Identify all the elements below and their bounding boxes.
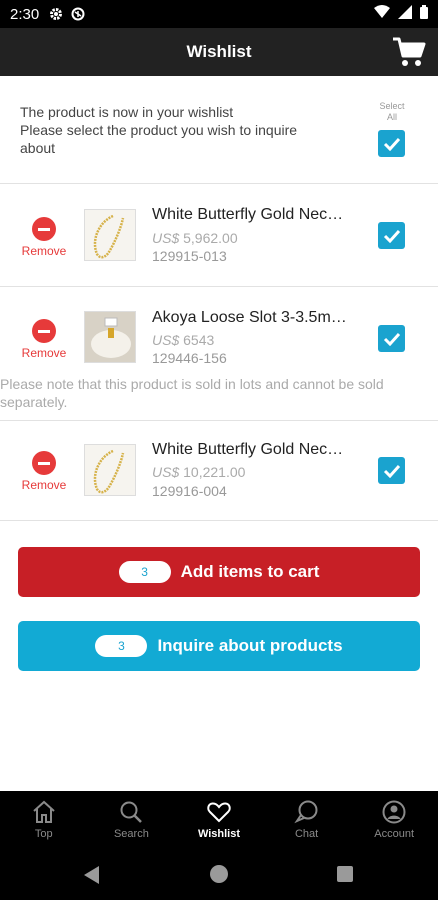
product-thumbnail[interactable] — [84, 311, 136, 363]
product-price: US$ 5,962.00 — [152, 230, 238, 246]
checkmark-icon — [383, 137, 400, 151]
system-navigation-bar — [0, 849, 438, 900]
signal-icon — [398, 5, 412, 23]
item-checkbox[interactable] — [378, 457, 405, 484]
minus-circle-icon — [32, 451, 56, 475]
wishlist-notice: The product is now in your wishlist Plea… — [0, 76, 438, 184]
product-price: US$ 6543 — [152, 332, 215, 348]
product-code: 129915-013 — [152, 248, 227, 264]
nav-account[interactable]: Account — [350, 791, 438, 849]
minus-circle-icon — [32, 217, 56, 241]
status-time: 2:30 — [10, 5, 40, 23]
product-name[interactable]: White Butterfly Gold Nec… — [152, 206, 366, 224]
product-price: US$ 10,221.00 — [152, 464, 246, 480]
product-code: 129446-156 — [152, 350, 227, 366]
wifi-icon — [374, 5, 390, 23]
loose-pearls-image — [85, 312, 135, 362]
nav-wishlist[interactable]: Wishlist — [175, 791, 263, 849]
home-icon — [33, 800, 55, 823]
nav-top[interactable]: Top — [0, 791, 88, 849]
remove-button[interactable]: Remove — [18, 217, 70, 258]
gold-necklace-image — [93, 449, 125, 494]
battery-icon — [420, 5, 428, 23]
chat-bubble-icon — [293, 800, 318, 824]
page-title: Wishlist — [186, 42, 252, 61]
back-icon[interactable] — [84, 866, 100, 889]
product-name[interactable]: White Butterfly Gold Nec… — [152, 441, 366, 459]
inquire-count-badge: 3 — [95, 635, 148, 657]
account-icon — [382, 800, 406, 824]
select-all-label: Select All — [379, 101, 405, 122]
recent-apps-icon[interactable] — [337, 866, 353, 882]
select-all-checkbox[interactable] — [378, 130, 405, 157]
item-checkbox[interactable] — [378, 222, 405, 249]
cart-icon[interactable] — [392, 36, 426, 68]
data-saver-icon — [71, 7, 85, 21]
remove-button[interactable]: Remove — [18, 451, 70, 492]
settings-gear-icon — [49, 7, 63, 21]
lot-sale-note: Please note that this product is sold in… — [0, 376, 384, 410]
search-icon — [120, 801, 143, 823]
nav-chat[interactable]: Chat — [263, 791, 351, 849]
add-to-cart-label: Add items to cart — [180, 562, 320, 581]
gold-necklace-image — [93, 214, 125, 259]
wishlist-item: Remove Akoya Loose Slot 3-3.5m… US$ 6543… — [0, 287, 438, 421]
product-code: 129916-004 — [152, 483, 227, 499]
nav-search[interactable]: Search — [88, 791, 176, 849]
status-bar: 2:30 — [0, 0, 438, 28]
product-thumbnail[interactable] — [84, 444, 136, 496]
checkmark-icon — [383, 332, 400, 346]
product-thumbnail[interactable] — [84, 209, 136, 261]
wishlist-item: Remove White Butterfly Gold Nec… US$ 5,9… — [0, 184, 438, 287]
heart-icon — [207, 802, 231, 823]
checkmark-icon — [383, 464, 400, 478]
inquire-products-label: Inquire about products — [157, 636, 343, 655]
bottom-navigation: Top Search Wishlist Chat Account — [0, 791, 438, 849]
home-circle-icon[interactable] — [210, 865, 228, 883]
checkmark-icon — [383, 229, 400, 243]
remove-button[interactable]: Remove — [18, 319, 70, 360]
app-header: Wishlist — [0, 28, 438, 76]
item-checkbox[interactable] — [378, 325, 405, 352]
inquire-products-button[interactable]: 3 Inquire about products — [18, 621, 420, 671]
wishlist-message: The product is now in your wishlist Plea… — [20, 104, 298, 156]
add-to-cart-button[interactable]: 3 Add items to cart — [18, 547, 420, 597]
minus-circle-icon — [32, 319, 56, 343]
product-name[interactable]: Akoya Loose Slot 3-3.5m… — [152, 309, 366, 327]
cart-count-badge: 3 — [118, 561, 171, 583]
wishlist-item: Remove White Butterfly Gold Nec… US$ 10,… — [0, 421, 438, 521]
